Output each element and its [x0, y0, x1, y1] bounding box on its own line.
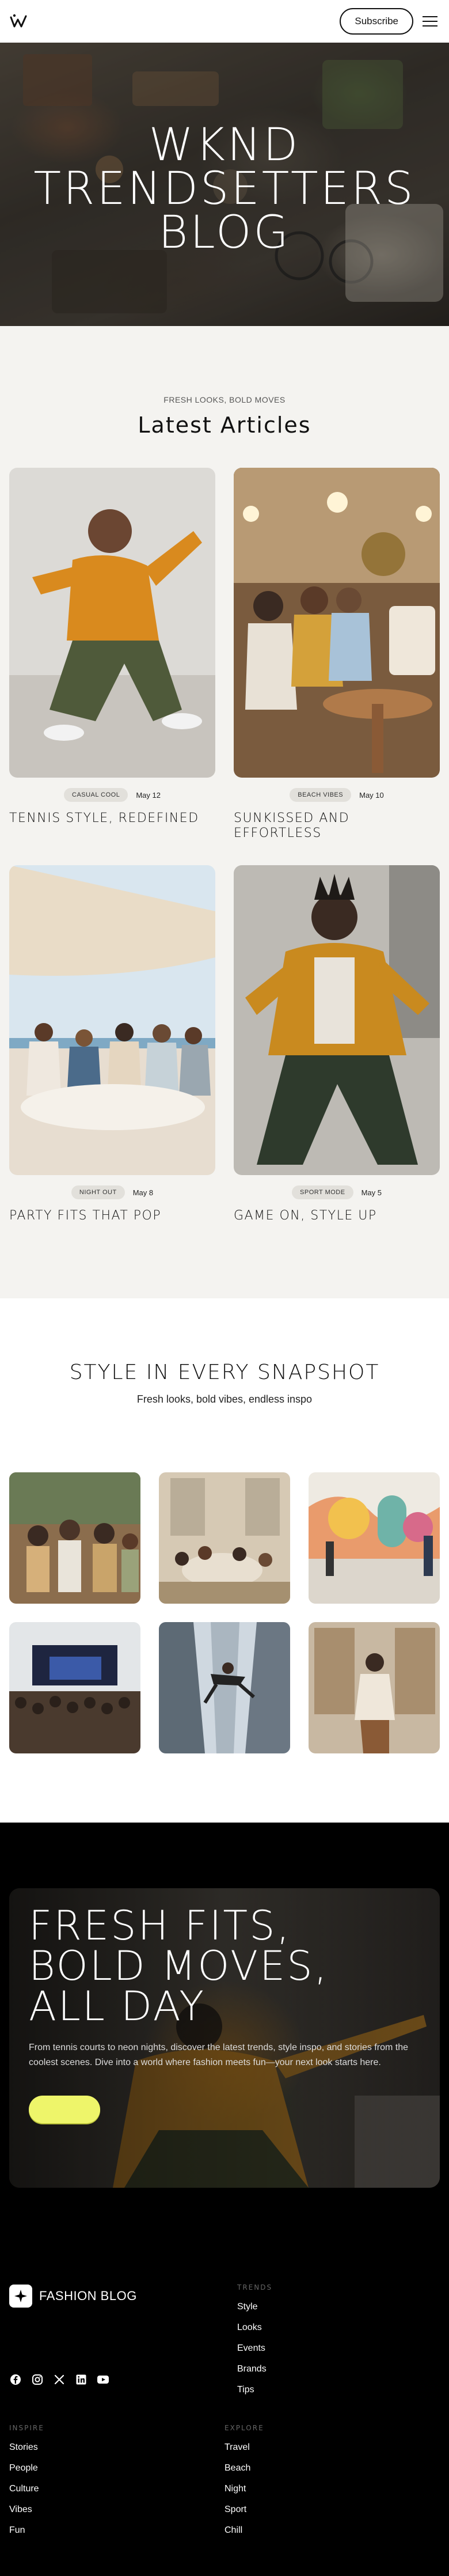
footer-link[interactable]: Sport	[224, 2505, 440, 2515]
article-title[interactable]: Party Fits That Pop	[9, 1209, 215, 1223]
gallery-subtitle: Fresh looks, bold vibes, endless inspo	[136, 1393, 313, 1405]
article-card[interactable]: SPORT MODE May 5 Game On, Style Up	[234, 865, 440, 1223]
footer-link[interactable]: Vibes	[9, 2505, 224, 2515]
article-meta: BEACH VIBES May 10	[234, 788, 440, 802]
footer-link[interactable]: Stories	[9, 2442, 224, 2453]
gallery-image[interactable]	[309, 1472, 440, 1604]
subscribe-button[interactable]: Subscribe	[340, 8, 413, 35]
article-card[interactable]: CASUAL COOL May 12 Tennis Style, Redefin…	[9, 468, 215, 841]
cta-title-line: Fresh Fits,	[29, 1902, 291, 1949]
gallery-grid	[9, 1472, 440, 1753]
footer-link[interactable]: Fun	[9, 2525, 224, 2536]
footer-explore-column: Explore Travel Beach Night Sport Chill	[224, 2424, 440, 2536]
cta-title-line: Bold Moves,	[29, 1942, 329, 1990]
article-card[interactable]: BEACH VIBES May 10 Sunkissed and Effortl…	[234, 468, 440, 841]
footer-link[interactable]: Brands	[237, 2364, 272, 2374]
x-icon[interactable]	[53, 2373, 66, 2386]
gallery-image[interactable]	[9, 1472, 140, 1604]
article-tag[interactable]: CASUAL COOL	[64, 788, 128, 802]
footer-trends-column: Trends Style Looks Events Brands Tips	[237, 2253, 272, 2395]
footer-top: FASHION BLOG TRENDS Style Looks Events B…	[9, 2253, 440, 2395]
article-tag[interactable]: NIGHT OUT	[71, 1185, 125, 1199]
article-tag[interactable]: SPORT MODE	[292, 1185, 353, 1199]
header-actions: Subscribe	[340, 8, 437, 35]
article-title[interactable]: Tennis Style, Redefined	[9, 811, 215, 826]
hero-banner: WKND Trendsetters Blog	[0, 43, 449, 326]
footer-inspire-column: Inspire Stories People Culture Vibes Fun	[9, 2424, 224, 2536]
hero-title-line: WKND	[149, 119, 300, 171]
footer-column-heading: Explore	[224, 2424, 264, 2432]
footer-link[interactable]: Events	[237, 2343, 272, 2354]
gallery-title: Style in Every Snapshot	[69, 1361, 380, 1384]
footer-link[interactable]: Looks	[237, 2323, 272, 2333]
footer-brand-column: FASHION BLOG	[9, 2253, 237, 2395]
article-image[interactable]	[234, 468, 440, 778]
read-more-button[interactable]: Read More	[29, 2096, 100, 2123]
site-footer: FASHION BLOG TRENDS Style Looks Events B…	[0, 2253, 449, 2576]
article-meta: SPORT MODE May 5	[234, 1185, 440, 1199]
cta-banner: Fresh Fits, Bold Moves, All Day From ten…	[9, 1888, 440, 2188]
gallery-image[interactable]	[309, 1622, 440, 1753]
footer-link[interactable]: Night	[224, 2484, 440, 2494]
site-logo-icon[interactable]	[9, 12, 29, 31]
footer-link[interactable]: Chill	[224, 2525, 440, 2536]
social-links	[9, 2373, 237, 2386]
linkedin-icon[interactable]	[75, 2373, 87, 2386]
footer-link[interactable]: Culture	[9, 2484, 224, 2494]
hero-title-line: Blog	[158, 207, 291, 259]
cta-title-line: All Day	[29, 1983, 206, 2030]
instagram-icon[interactable]	[31, 2373, 44, 2386]
gallery-section: Style in Every Snapshot Fresh looks, bol…	[0, 1298, 449, 1823]
article-meta: CASUAL COOL May 12	[9, 788, 215, 802]
hero-title: WKND Trendsetters Blog	[0, 123, 449, 255]
article-date: May 5	[361, 1188, 382, 1197]
article-date: May 8	[132, 1188, 154, 1197]
cta-content: Fresh Fits, Bold Moves, All Day From ten…	[29, 1906, 417, 2123]
cta-text: From tennis courts to neon nights, disco…	[29, 2043, 408, 2067]
gallery-image[interactable]	[159, 1622, 290, 1753]
youtube-icon[interactable]	[97, 2373, 109, 2386]
cta-title: Fresh Fits, Bold Moves, All Day	[29, 1906, 417, 2026]
article-tag[interactable]: BEACH VIBES	[290, 788, 352, 802]
page: Subscribe WKND Trendsetters Blog FRESH L…	[0, 0, 449, 2576]
latest-articles-section: FRESH LOOKS, BOLD MOVES Latest Articles	[0, 326, 449, 1298]
footer-link[interactable]: Travel	[224, 2442, 440, 2453]
gallery-image[interactable]	[159, 1472, 290, 1604]
article-title[interactable]: Game On, Style Up	[234, 1209, 440, 1223]
sparkle-icon	[9, 2285, 32, 2308]
article-image[interactable]	[9, 865, 215, 1175]
article-date: May 12	[136, 790, 161, 800]
hero-title-line: Trendsetters	[33, 163, 416, 215]
facebook-icon[interactable]	[9, 2373, 22, 2386]
footer-column-heading: Trends	[237, 2283, 273, 2291]
article-meta: NIGHT OUT May 8	[9, 1185, 215, 1199]
footer-column-heading: Inspire	[9, 2424, 44, 2432]
articles-title: Latest Articles	[138, 412, 311, 438]
hamburger-menu-icon[interactable]	[423, 16, 437, 26]
footer-link[interactable]: People	[9, 2463, 224, 2473]
site-header: Subscribe	[0, 0, 449, 43]
cta-section: Fresh Fits, Bold Moves, All Day From ten…	[0, 1823, 449, 2253]
article-image[interactable]	[9, 468, 215, 778]
footer-brand[interactable]: FASHION BLOG	[9, 2285, 237, 2308]
footer-bottom: Inspire Stories People Culture Vibes Fun…	[9, 2424, 440, 2536]
footer-link[interactable]: Beach	[224, 2463, 440, 2473]
footer-brand-name: FASHION BLOG	[39, 2289, 137, 2303]
article-image[interactable]	[234, 865, 440, 1175]
footer-link[interactable]: Tips	[237, 2385, 272, 2395]
article-card[interactable]: NIGHT OUT May 8 Party Fits That Pop	[9, 865, 215, 1223]
gallery-image[interactable]	[9, 1622, 140, 1753]
article-title[interactable]: Sunkissed and Effortless	[234, 811, 440, 841]
footer-link[interactable]: Style	[237, 2302, 272, 2312]
article-date: May 10	[359, 790, 384, 800]
articles-grid: CASUAL COOL May 12 Tennis Style, Redefin…	[9, 468, 440, 1223]
articles-eyebrow: FRESH LOOKS, BOLD MOVES	[163, 395, 286, 404]
